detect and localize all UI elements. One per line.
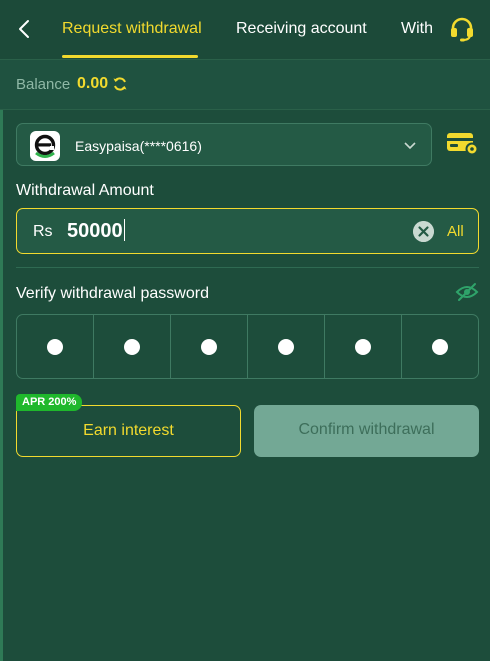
top-header: Request withdrawal Receiving account Wit…: [0, 0, 490, 60]
balance-label: Balance: [16, 76, 71, 93]
earn-interest-button[interactable]: Earn interest: [16, 405, 241, 457]
withdrawal-amount-label: Withdrawal Amount: [16, 182, 154, 199]
earn-interest-label: Earn interest: [83, 422, 174, 439]
password-dot: [278, 338, 294, 355]
clear-icon[interactable]: [413, 221, 434, 242]
refresh-icon[interactable]: [112, 76, 128, 92]
password-dot: [201, 338, 217, 355]
tab-withdrawal-history[interactable]: Withdrawal history: [401, 20, 432, 38]
all-button[interactable]: All: [447, 223, 464, 240]
eye-off-icon[interactable]: [455, 282, 479, 302]
amount-value[interactable]: 50000: [67, 219, 125, 243]
balance-row: Balance 0.00: [0, 60, 490, 110]
password-cell[interactable]: [248, 315, 325, 378]
password-dot: [432, 338, 448, 355]
tab-receiving-account[interactable]: Receiving account: [236, 20, 367, 38]
card-settings-icon[interactable]: [446, 131, 480, 157]
divider: [16, 267, 479, 268]
password-cell[interactable]: [94, 315, 171, 378]
password-input[interactable]: [16, 314, 479, 379]
password-cell[interactable]: [171, 315, 248, 378]
tab-clip: Withdrawal history: [399, 0, 432, 59]
password-cell[interactable]: [402, 315, 478, 378]
password-label: Verify withdrawal password: [16, 285, 209, 302]
password-cell[interactable]: [325, 315, 402, 378]
amount-input[interactable]: Rs 50000 All: [16, 208, 479, 254]
password-dot: [355, 338, 371, 355]
back-icon[interactable]: [14, 17, 36, 41]
password-dot: [47, 338, 63, 355]
headset-icon[interactable]: [448, 15, 476, 43]
chevron-down-icon: [404, 142, 416, 150]
account-name: Easypaisa(****0616): [75, 138, 202, 154]
easypaisa-logo: [30, 131, 60, 161]
active-tab-indicator: [62, 55, 198, 58]
currency-label: Rs: [33, 223, 53, 240]
password-dot: [124, 338, 140, 355]
account-select[interactable]: Easypaisa(****0616): [16, 123, 432, 166]
balance-value: 0.00: [77, 75, 109, 92]
tab-request-withdrawal[interactable]: Request withdrawal: [62, 20, 202, 38]
password-cell[interactable]: [17, 315, 94, 378]
confirm-withdrawal-button[interactable]: Confirm withdrawal: [254, 405, 479, 457]
confirm-withdrawal-label: Confirm withdrawal: [298, 421, 435, 438]
apr-badge: APR 200%: [16, 394, 83, 411]
